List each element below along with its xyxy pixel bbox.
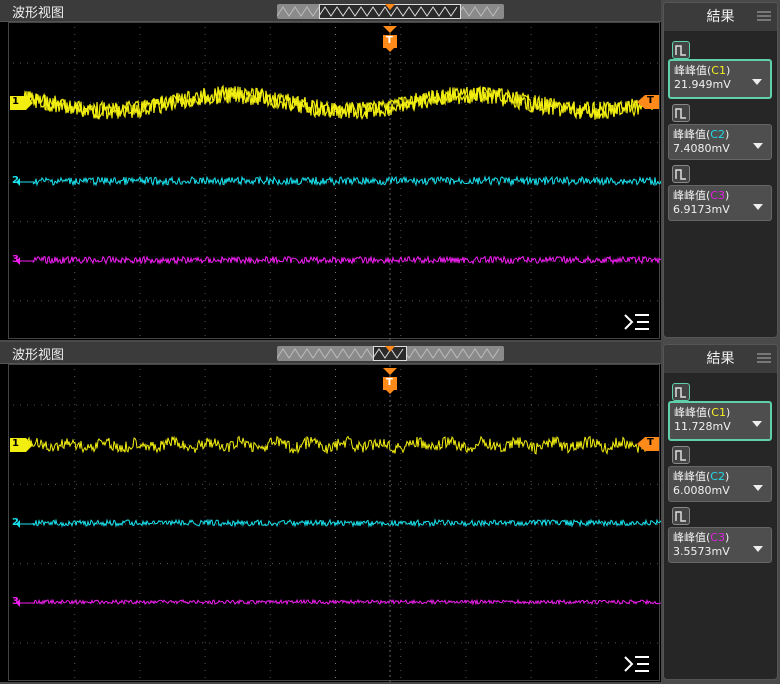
measurement-ch3[interactable]: 峰峰值(C3) 6.9173mV — [668, 161, 772, 221]
results-panel: 結果 峰峰值(C1) 21.949mV 峰峰值(C2) 7.4080mV 峰峰值… — [663, 2, 778, 338]
ch1-marker-label: 1 — [12, 96, 19, 107]
results-panel: 結果 峰峰值(C1) 11.728mV 峰峰值(C2) 6.0080mV 峰峰值… — [663, 344, 778, 680]
trigger-level-label: T — [647, 437, 654, 448]
trigger-position-label: T — [386, 377, 393, 388]
ch1-offset-marker[interactable]: 1 — [10, 437, 34, 452]
ch2-marker-label: 2 — [12, 517, 19, 528]
waveform-view-title: 波形视图 — [12, 6, 65, 21]
dropdown-arrow-icon[interactable] — [753, 204, 763, 210]
results-title: 結果 — [706, 351, 735, 367]
results-title: 結果 — [706, 9, 735, 25]
measurement-ch2-box[interactable]: 峰峰值(C2) 6.0080mV — [668, 466, 772, 502]
dropdown-arrow-icon[interactable] — [753, 143, 763, 149]
results-menu-icon[interactable] — [757, 353, 771, 363]
waveform-grid[interactable] — [8, 22, 661, 340]
measure-pulse-icon — [672, 507, 690, 525]
results-header: 結果 — [664, 3, 777, 31]
ch1-marker-label: 1 — [12, 438, 19, 449]
results-menu-icon[interactable] — [757, 11, 771, 21]
measurement-name: 峰峰值(C3) — [673, 189, 730, 202]
menu-icon[interactable] — [623, 312, 649, 332]
waveform-view-titlebar: 波形视图 — [0, 342, 661, 364]
trigger-position-marker[interactable]: T — [382, 26, 398, 52]
measurement-name: 峰峰值(C2) — [673, 128, 730, 141]
measurement-name: 峰峰值(C3) — [673, 531, 730, 544]
measurement-name: 峰峰值(C1) — [674, 406, 731, 419]
measurement-name: 峰峰值(C1) — [674, 64, 731, 77]
measurement-value: 6.0080mV — [673, 484, 730, 497]
results-header: 結果 — [664, 345, 777, 373]
measurement-name: 峰峰值(C2) — [673, 470, 730, 483]
trigger-position-marker[interactable]: T — [382, 368, 398, 394]
measurement-ch2-box[interactable]: 峰峰值(C2) 7.4080mV — [668, 124, 772, 160]
measurement-ch3-box[interactable]: 峰峰值(C3) 6.9173mV — [668, 185, 772, 221]
measurement-ch3[interactable]: 峰峰值(C3) 3.5573mV — [668, 503, 772, 563]
measure-pulse-icon — [672, 446, 690, 464]
dropdown-arrow-icon[interactable] — [753, 546, 763, 552]
timebase-scrollbar[interactable] — [277, 346, 504, 361]
menu-icon[interactable] — [623, 654, 649, 674]
waveform-view-titlebar: 波形视图 — [0, 0, 661, 22]
trigger-level-label: T — [647, 95, 654, 106]
scope-panel-bottom: 波形视图 T 1 2 3 T 結果 峰峰值(C1) 11.728mV 峰峰值(C… — [0, 342, 780, 682]
measurement-ch2[interactable]: 峰峰值(C2) 7.4080mV — [668, 100, 772, 160]
measurement-value: 11.728mV — [674, 420, 731, 433]
measurement-value: 3.5573mV — [673, 545, 730, 558]
measurement-ch1-box[interactable]: 峰峰值(C1) 21.949mV — [668, 59, 772, 99]
measurement-ch2[interactable]: 峰峰值(C2) 6.0080mV — [668, 442, 772, 502]
ch3-offset-marker[interactable]: 3 — [10, 595, 34, 609]
measurement-value: 6.9173mV — [673, 203, 730, 216]
measure-pulse-icon — [672, 104, 690, 122]
measure-pulse-icon — [672, 165, 690, 183]
measurement-ch1[interactable]: 峰峰值(C1) 11.728mV — [668, 379, 772, 441]
dropdown-arrow-icon[interactable] — [753, 485, 763, 491]
measure-pulse-icon — [672, 383, 690, 401]
measurement-value: 7.4080mV — [673, 142, 730, 155]
waveform-grid[interactable] — [8, 364, 661, 682]
trigger-level-marker[interactable]: T — [637, 94, 659, 109]
ch3-marker-label: 3 — [12, 254, 19, 265]
measurement-ch3-box[interactable]: 峰峰值(C3) 3.5573mV — [668, 527, 772, 563]
waveform-view[interactable]: 波形视图 T 1 2 3 T — [0, 0, 661, 340]
dropdown-arrow-icon[interactable] — [752, 421, 762, 427]
timebase-scrollbar[interactable] — [277, 4, 504, 19]
waveform-view-title: 波形视图 — [12, 348, 65, 363]
measurement-ch1[interactable]: 峰峰值(C1) 21.949mV — [668, 37, 772, 99]
ch3-marker-label: 3 — [12, 596, 19, 607]
dropdown-arrow-icon[interactable] — [752, 79, 762, 85]
ch2-marker-label: 2 — [12, 175, 19, 186]
trigger-level-marker[interactable]: T — [637, 436, 659, 451]
measure-pulse-icon — [672, 41, 690, 59]
ch1-offset-marker[interactable]: 1 — [10, 95, 34, 110]
waveform-view[interactable]: 波形视图 T 1 2 3 T — [0, 342, 661, 682]
measurement-value: 21.949mV — [674, 78, 731, 91]
measurement-ch1-box[interactable]: 峰峰值(C1) 11.728mV — [668, 401, 772, 441]
trigger-position-label: T — [386, 35, 393, 46]
scope-panel-top: 波形视图 T 1 2 3 T 結果 峰峰值(C1) 21.949mV 峰峰值(C… — [0, 0, 780, 340]
ch2-offset-marker[interactable]: 2 — [10, 174, 34, 188]
ch3-offset-marker[interactable]: 3 — [10, 253, 34, 267]
ch2-offset-marker[interactable]: 2 — [10, 516, 34, 530]
